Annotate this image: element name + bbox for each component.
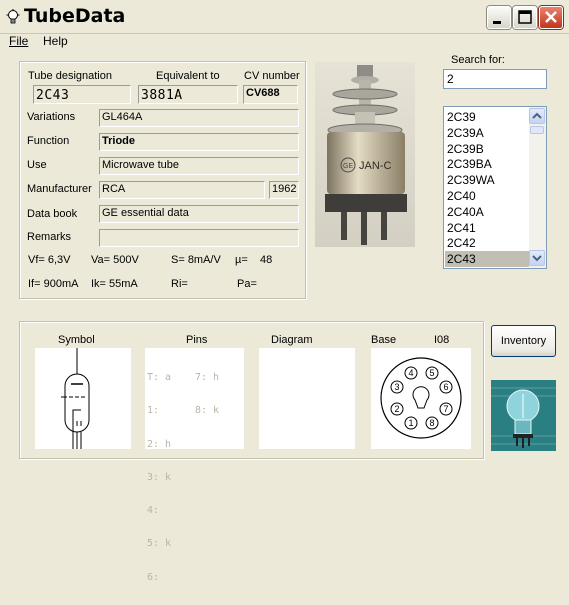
tubedata-logo [491,380,556,451]
pin-entry: 8: k [195,405,220,417]
scroll-down-button[interactable] [529,250,545,266]
list-item[interactable]: 2C39BA [445,156,529,172]
window-title: TubeData [24,5,126,27]
use-field[interactable]: Microwave tube [99,157,299,175]
param-ik: Ik= 55mA [91,278,138,290]
variations-field[interactable]: GL464A [99,109,299,127]
list-item[interactable]: 2C42 [445,235,529,251]
function-label: Function [27,135,70,147]
tube-photo: GE JAN-C [315,62,415,247]
maximize-icon [518,10,532,24]
pin-list-right: 7: h 8: k [195,350,219,416]
title-bar: TubeData [0,0,569,34]
results-list: 2C39 2C39A 2C39B 2C39BA 2C39WA 2C40 2C40… [445,109,529,267]
tube-logo-icon [491,380,556,451]
manufacturer-field[interactable]: RCA [99,181,265,199]
cv-number-field[interactable]: CV688 [243,85,298,104]
list-item[interactable]: 2C40A [445,204,529,220]
base-pin-label: 1 [408,418,413,428]
param-mu: 48 [260,254,273,266]
function-field[interactable]: Triode [99,133,299,151]
list-item[interactable]: 2C40 [445,188,529,204]
equivalent-label: Equivalent to [156,70,220,82]
close-button[interactable] [539,6,563,29]
base-pin-label: 7 [443,404,448,414]
minimize-button[interactable] [487,6,511,29]
base-pin-label: 6 [443,382,448,392]
minimize-icon [493,21,501,24]
scroll-up-button[interactable] [529,108,545,124]
menu-file[interactable]: File [9,34,28,48]
use-label: Use [27,159,47,171]
equivalent-field[interactable]: 3881A [138,85,238,104]
base-pin-label: 5 [429,368,434,378]
pin-entry: T: a [147,372,172,383]
diagram-label: Diagram [271,334,313,346]
results-listbox[interactable]: 2C39 2C39A 2C39B 2C39BA 2C39WA 2C40 2C40… [443,106,547,269]
menu-help[interactable]: Help [43,34,68,48]
maximize-button[interactable] [513,6,537,29]
base-pin-label: 8 [429,418,434,428]
remarks-label: Remarks [27,231,72,243]
base-pin-label: 3 [394,382,399,392]
search-input[interactable]: 2 [443,69,547,89]
chevron-up-icon [532,112,542,119]
triode-symbol-icon [61,348,90,449]
list-item[interactable]: 2C39 [445,109,529,125]
lightbulb-icon [6,9,20,24]
param-pa: Pa= [237,278,257,290]
base-pin-label: 4 [408,368,413,378]
pin-entry: 7: h [195,372,220,383]
tube-designation-label: Tube designation [28,70,112,82]
param-s: S= 8mA/V [171,254,221,266]
pin-list-left: T: a 1: 2: h 3: k 4: 5: k 6: [147,350,171,583]
list-item[interactable]: 2C41 [445,220,529,236]
diagram-panel [259,348,355,449]
list-item[interactable]: 2C39B [445,141,529,157]
symbol-label: Symbol [58,334,95,346]
pins-label: Pins [186,334,208,346]
param-ri: Ri= [171,278,188,290]
list-item-selected[interactable]: 2C43 [445,251,529,267]
photo-label-text: JAN-C [359,160,391,172]
manufacturer-label: Manufacturer [27,183,92,195]
variations-label: Variations [27,111,76,123]
pins-panel: T: a 1: 2: h 3: k 4: 5: k 6: 7: h 8: k [145,348,244,583]
databook-field[interactable]: GE essential data [99,205,299,223]
base-pin-label: 2 [394,404,399,414]
inventory-button[interactable]: Inventory [491,325,556,357]
scroll-thumb[interactable] [530,126,544,134]
tube-designation-field[interactable]: 2C43 [33,85,131,104]
pin-entry: 2: h [147,438,172,450]
databook-label: Data book [27,208,78,220]
close-icon [545,11,557,23]
symbol-panel [35,348,131,449]
pin-entry: 5: k [147,538,172,550]
list-item[interactable]: 2C39A [445,125,529,141]
base-type: I08 [434,334,450,346]
search-label: Search for: [451,54,505,66]
list-item[interactable]: 2C39WA [445,172,529,188]
octal-base-icon: 1 2 3 4 5 6 7 8 [380,357,462,439]
chevron-down-icon [532,255,542,262]
results-scrollbar[interactable] [529,107,546,268]
menu-file-label: File [9,34,29,48]
param-va: Va= 500V [91,254,139,266]
menu-help-label: Help [43,34,68,48]
pin-entry: 6: [147,571,160,583]
photo-logo-text: GE [343,163,353,170]
param-mu-label: µ= [235,254,248,266]
cv-number-label: CV number [244,70,300,82]
base-panel: 1 2 3 4 5 6 7 8 [371,348,471,449]
param-if: If= 900mA [28,278,79,290]
tube-photo-image: GE JAN-C [325,65,407,245]
pin-entry: 4: [147,505,160,517]
remarks-field[interactable] [99,229,299,247]
base-label: Base [371,334,397,346]
year-field[interactable]: 1962 [269,181,299,199]
pin-entry: 1: [147,405,160,417]
param-vf: Vf= 6,3V [28,254,71,266]
